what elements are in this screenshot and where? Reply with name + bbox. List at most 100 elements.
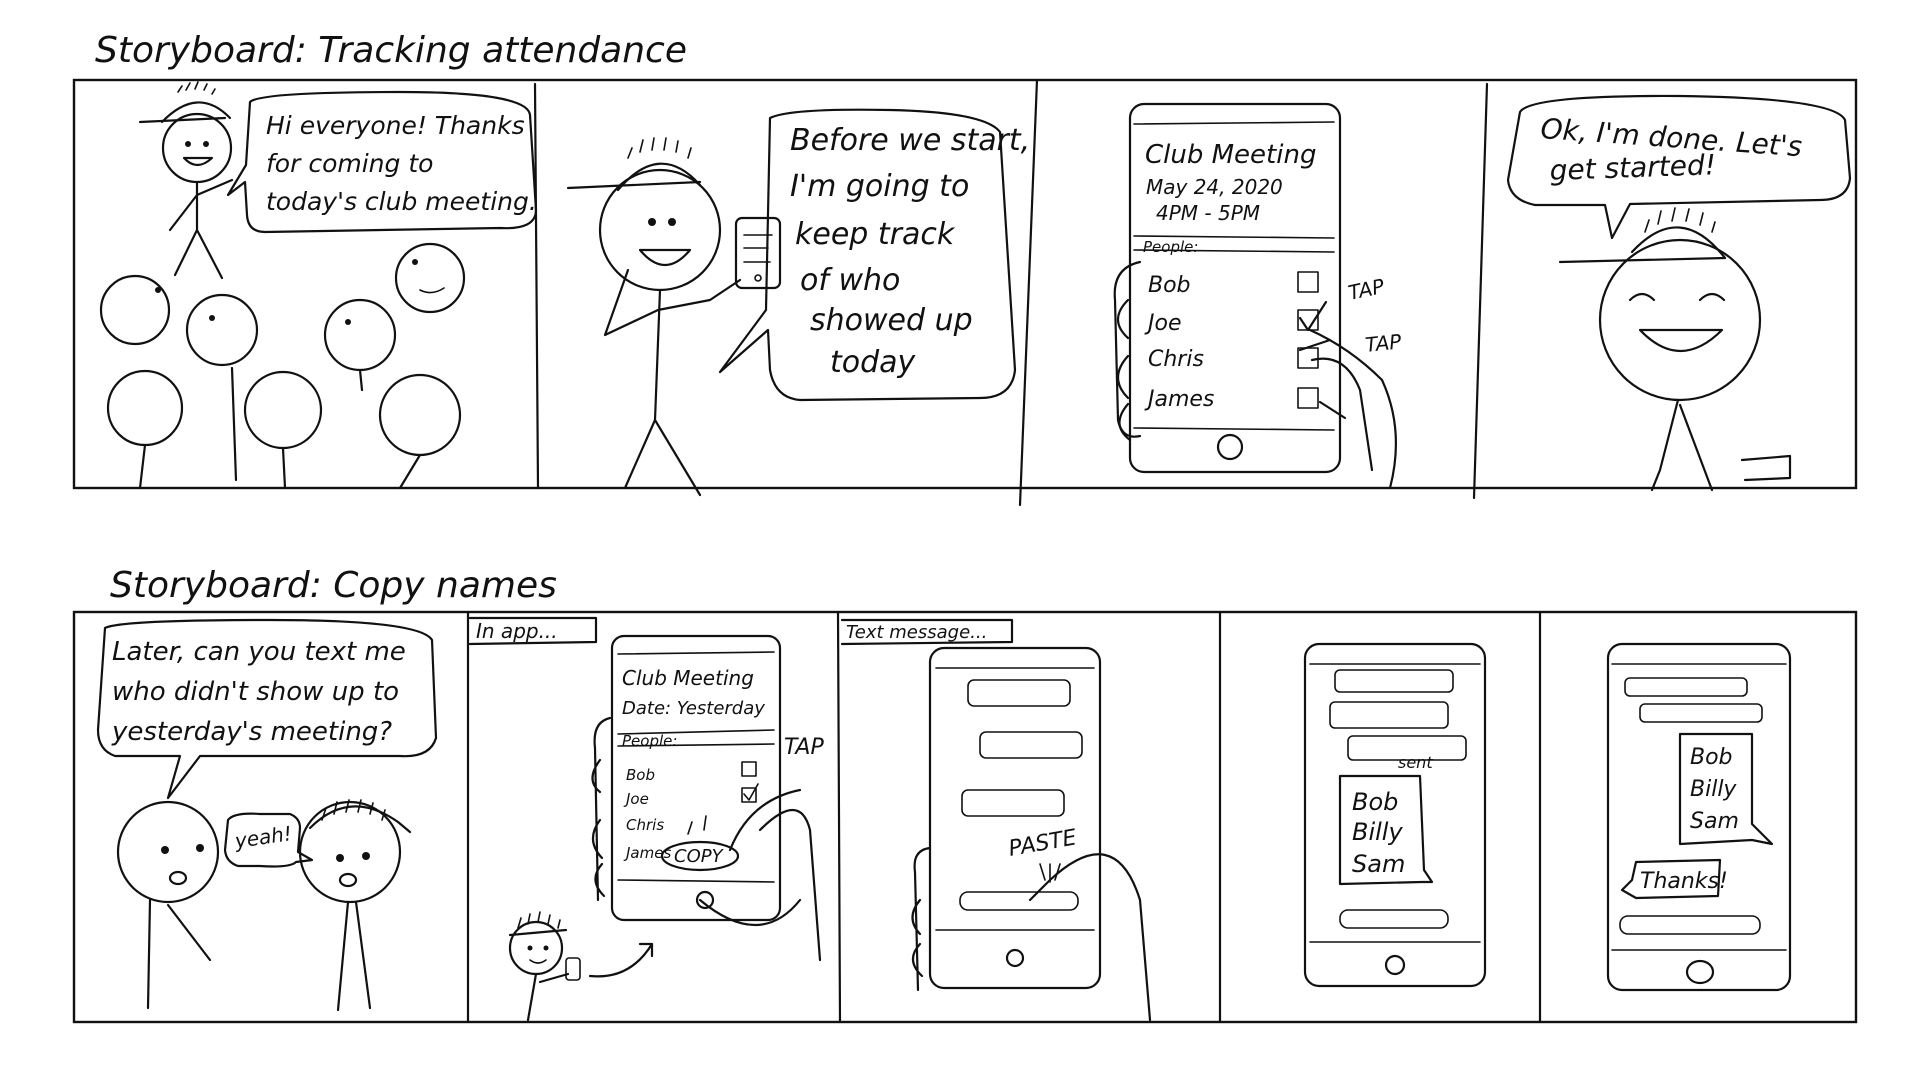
message-input[interactable] [1339, 909, 1449, 929]
caption-text: In app... [476, 619, 558, 643]
sent-name: Bob [1690, 745, 1733, 770]
attendance-checkbox[interactable] [741, 761, 757, 777]
message-input[interactable] [959, 891, 1079, 911]
home-button[interactable] [1005, 948, 1025, 968]
copy-popup[interactable]: COPY [660, 840, 740, 872]
audience-figures [99, 242, 466, 490]
message-bubble [961, 789, 1065, 817]
message-input[interactable] [1619, 915, 1761, 935]
speech-text: I'm going to [790, 169, 969, 204]
tap-marks [687, 815, 707, 835]
speech-text: today [830, 345, 917, 380]
hand-holding-phone [911, 846, 1152, 1022]
panel-1-1: Hi everyone! Thanks for coming to today'… [99, 81, 538, 490]
speech-bubble: Hi everyone! Thanks for coming to today'… [226, 90, 538, 234]
sent-message: Bob Billy Sam [1338, 774, 1434, 886]
panel-divider [1472, 82, 1489, 500]
home-button[interactable] [1384, 954, 1406, 976]
speech-text: yesterday's meeting? [111, 717, 392, 747]
attendee-row[interactable]: Bob [1148, 271, 1319, 298]
speech-text: Before we start, [790, 123, 1030, 158]
presenter-figure [138, 81, 234, 280]
speech-text: for coming to [266, 149, 433, 178]
attendee-row[interactable]: Joe [623, 783, 759, 808]
panel-1-2: Before we start, I'm going to keep track… [566, 108, 1030, 497]
speaker-figure [566, 137, 742, 497]
reply-text: yeah! [232, 821, 293, 853]
attendee-name: Chris [1148, 347, 1204, 372]
attendee-row[interactable]: James [1144, 387, 1319, 412]
message-bubble [1624, 677, 1748, 697]
sent-message: Bob Billy Sam [1678, 732, 1774, 846]
panel-divider [533, 82, 540, 490]
storyboard-2-frame [72, 610, 1858, 1024]
tapping-thumb [1310, 357, 1374, 472]
home-button[interactable] [1216, 433, 1244, 461]
received-message: Thanks! [1620, 858, 1728, 900]
people-header: People: [1143, 238, 1198, 256]
message-bubble [1334, 669, 1454, 693]
sent-label: sent [1398, 753, 1433, 772]
message-bubble [979, 731, 1083, 759]
panel-2-3: Text message... PASTE [840, 618, 1152, 1022]
attendance-app-phone: Club Meeting May 24, 2020 4PM - 5PM Peop… [1128, 102, 1342, 474]
tap-marks [1039, 863, 1061, 883]
storyboard-sheet: Storyboard: Tracking attendance Hi every… [72, 30, 1858, 1024]
sent-name: Sam [1690, 809, 1739, 834]
message-bubble [967, 679, 1071, 707]
panel-divider [836, 610, 842, 1024]
meeting-date: May 24, 2020 [1146, 175, 1283, 199]
app-title: Club Meeting [622, 666, 754, 690]
sent-name: Sam [1352, 850, 1405, 878]
sent-name: Billy [1352, 818, 1403, 846]
small-figure [508, 911, 654, 1022]
home-button[interactable] [1685, 959, 1715, 985]
caption-box: Text message... [840, 618, 1014, 646]
attendee-row[interactable]: Chris [626, 816, 664, 834]
attendee-row[interactable]: Bob [626, 761, 757, 784]
attendee-name: Chris [626, 816, 664, 834]
caption-box: In app... [468, 616, 598, 646]
speech-bubble: Later, can you text me who didn't show u… [96, 618, 438, 800]
speech-text: keep track [795, 217, 956, 252]
copy-label: COPY [674, 846, 725, 867]
storyboard-2-title: Storyboard: Copy names [110, 565, 557, 606]
message-bubble [1639, 703, 1763, 723]
app-phone: Club Meeting Date: Yesterday People: Bob… [610, 634, 782, 922]
sent-name: Bob [1352, 788, 1398, 816]
reply-bubble: yeah! [223, 812, 314, 868]
attendee-row[interactable]: Chris [1148, 347, 1319, 372]
speech-text: get started! [1549, 148, 1716, 187]
tap-label: TAP [1346, 274, 1387, 305]
panel-2-1: Later, can you text me who didn't show u… [96, 618, 438, 1012]
people-header: People: [622, 732, 677, 750]
attendee-name: Joe [1144, 311, 1181, 336]
paste-label: PASTE [1007, 825, 1079, 862]
attendance-checkbox[interactable] [1297, 387, 1319, 409]
attendance-checkbox[interactable] [1297, 271, 1319, 293]
speech-text: of who [800, 263, 900, 298]
attendee-name: Joe [623, 790, 649, 808]
panel-1-3: Club Meeting May 24, 2020 4PM - 5PM Peop… [1113, 102, 1403, 490]
speech-text: who didn't show up to [112, 677, 399, 707]
reply-text: Thanks! [1640, 869, 1728, 894]
attendee-name: Bob [1148, 273, 1191, 298]
check-icon [1298, 300, 1328, 332]
panel-2-5: Bob Billy Sam Thanks! [1606, 642, 1792, 992]
sent-name: Billy [1690, 777, 1737, 802]
panel-2-4: Bob Billy Sam sent [1303, 642, 1487, 988]
message-bubble [1329, 701, 1449, 729]
attendee-row[interactable]: Joe [1144, 300, 1328, 336]
speech-bubble: Before we start, I'm going to keep track… [718, 108, 1030, 402]
messaging-phone [928, 646, 1102, 990]
meeting-date: Date: Yesterday [622, 698, 765, 719]
happy-figure [1558, 207, 1792, 492]
attendance-checkbox[interactable] [1297, 347, 1319, 369]
friend-figure [116, 800, 220, 1010]
attendee-name: Bob [626, 766, 655, 784]
phone-icon [734, 216, 782, 290]
speech-bubble: Ok, I'm done. Let's get started! [1506, 94, 1852, 240]
attendee-name: James [1144, 387, 1214, 412]
caption-text: Text message... [846, 622, 987, 643]
speech-text: showed up [810, 303, 973, 338]
